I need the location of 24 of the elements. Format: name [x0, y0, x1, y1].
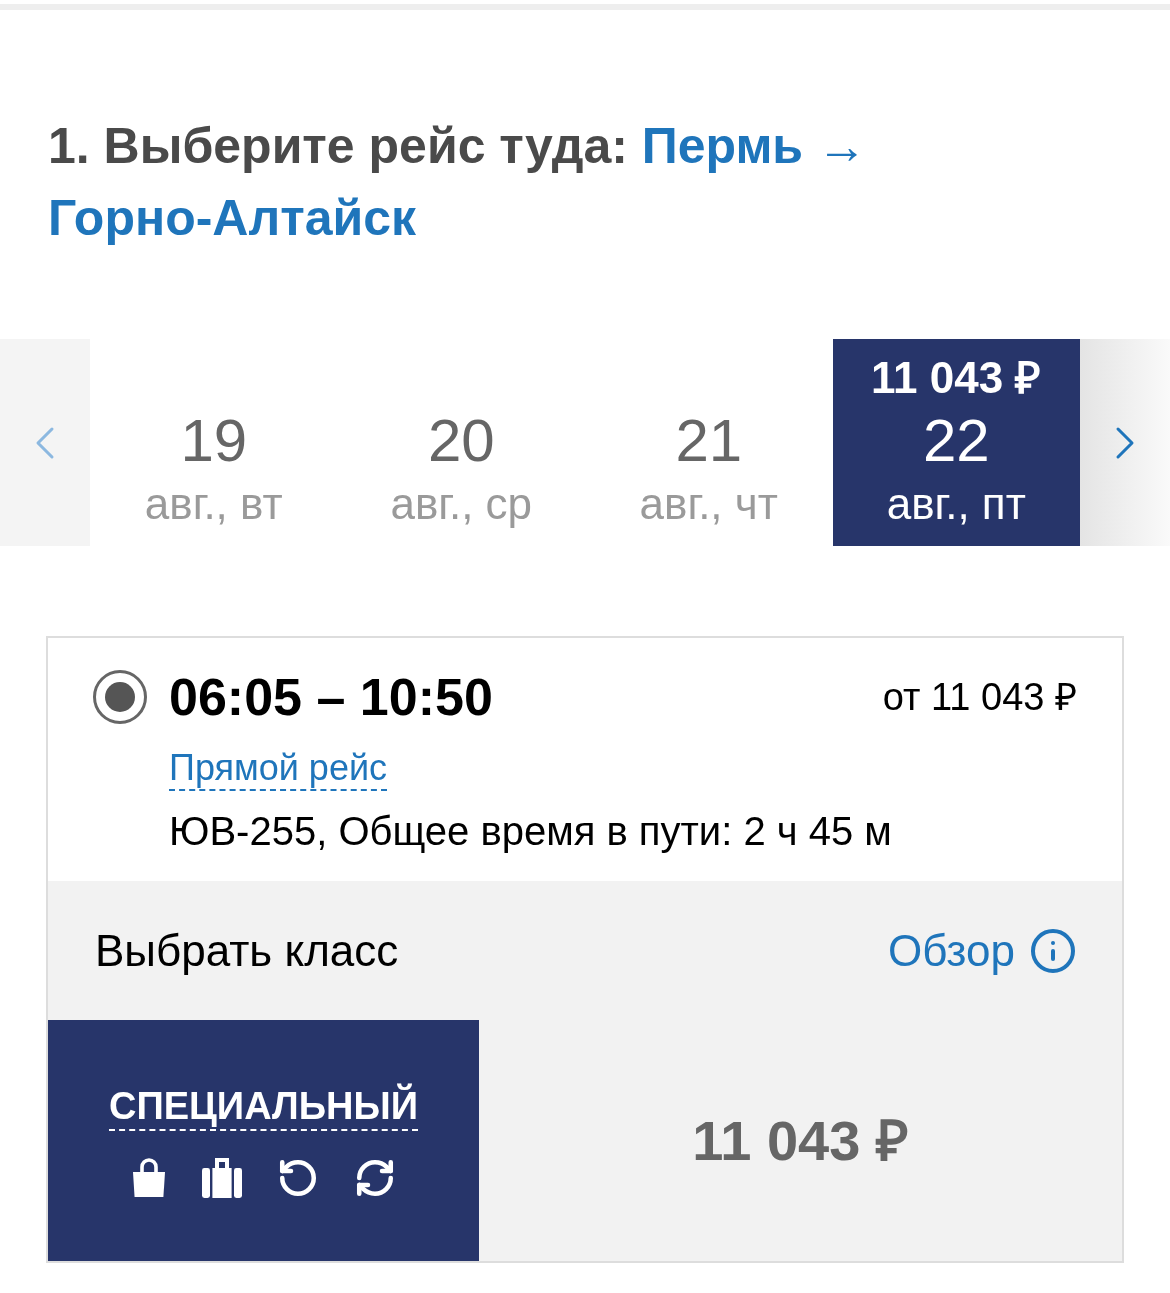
shopping-bag-icon [131, 1157, 167, 1198]
choose-class-label: Выбрать класс [95, 924, 399, 977]
date-price: 11 043 ₽ [871, 352, 1042, 404]
fare-price: 11 043 ₽ [692, 1107, 909, 1174]
suitcase-icon [202, 1156, 242, 1199]
month-weekday-label: авг., ср [390, 478, 533, 530]
price-from: от 11 043 ₽ [882, 675, 1077, 720]
radio-button[interactable] [93, 670, 147, 724]
month-weekday-label: авг., пт [886, 478, 1026, 530]
day-number: 19 [180, 406, 248, 476]
page-heading: 1. Выберите рейс туда: Пермь → Горно-Алтайск [48, 117, 868, 248]
direct-flight-link[interactable]: Прямой рейс [169, 747, 388, 791]
month-weekday-label: авг., вт [144, 478, 283, 530]
day-number: 21 [675, 406, 743, 476]
info-icon[interactable] [1029, 926, 1077, 975]
flight-details: ЮВ-255, Общее время в пути: 2 ч 45 м [169, 808, 892, 855]
fare-class-tile[interactable]: СПЕЦИАЛЬНЫЙ [48, 1020, 479, 1261]
overview-link[interactable]: Обзор [887, 922, 1015, 979]
flight-times: 06:05 – 10:50 [169, 667, 493, 727]
fare-class-name[interactable]: СПЕЦИАЛЬНЫЙ [109, 1082, 418, 1131]
month-weekday-label: авг., чт [639, 478, 778, 530]
day-number: 20 [427, 406, 495, 476]
day-number: 22 [922, 406, 990, 476]
date-tab[interactable]: 11 043 ₽ 22 авг., пт [832, 339, 1080, 546]
